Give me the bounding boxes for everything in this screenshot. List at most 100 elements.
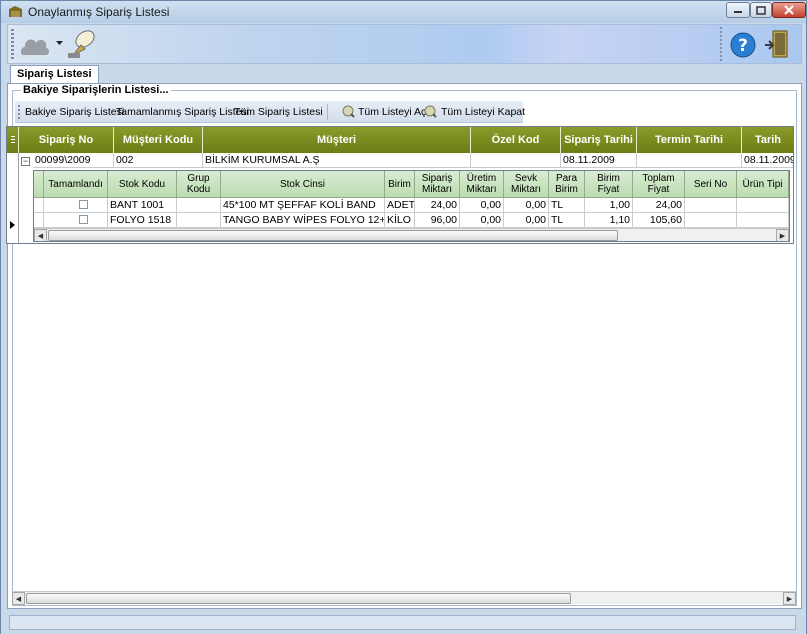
tum-list-button[interactable]: Tüm Sipariş Listesi	[234, 106, 323, 118]
collapse-all-icon	[424, 105, 437, 118]
detail-cell-birim-fiyat[interactable]: 1,00	[585, 198, 633, 213]
exit-door-icon	[765, 30, 788, 58]
dcol-para-birim[interactable]: Para Birim	[549, 171, 585, 198]
master-cell-musteri-kodu[interactable]: 002	[114, 153, 203, 168]
tamamlandi-checkbox[interactable]	[79, 200, 88, 209]
detail-cell-birim[interactable]: ADET	[385, 198, 415, 213]
exit-button[interactable]	[763, 27, 797, 61]
row-collapse-icon[interactable]: −	[21, 157, 30, 166]
detail-cell-stok-cinsi[interactable]: TANGO BABY WİPES FOLYO 12+80 M	[221, 213, 385, 228]
maximize-button[interactable]	[750, 2, 772, 18]
close-button[interactable]	[772, 2, 806, 18]
tamamlandi-checkbox[interactable]	[79, 215, 88, 224]
col-tarih[interactable]: Tarih	[742, 127, 793, 153]
detail-cell-seri-no[interactable]	[685, 213, 737, 228]
col-siparis-no[interactable]: Sipariş No	[19, 127, 114, 153]
orders-grid[interactable]: Sipariş No Müşteri Kodu Müşteri Özel Kod…	[6, 126, 794, 244]
tab-siparis-listesi[interactable]: Sipariş Listesi	[10, 65, 99, 84]
detail-cell-sevk-miktari[interactable]: 0,00	[504, 198, 549, 213]
detail-indicator-header	[34, 171, 44, 198]
order-detail-grid[interactable]: Tamamlandı Stok Kodu Grup Kodu Stok Cins…	[33, 170, 790, 242]
detail-cell-stok-cinsi[interactable]: 45*100 MT ŞEFFAF KOLİ BAND	[221, 198, 385, 213]
scroll-left-icon[interactable]: ◀	[12, 592, 25, 605]
dcol-birim[interactable]: Birim	[385, 171, 415, 198]
dcol-stok-kodu[interactable]: Stok Kodu	[108, 171, 177, 198]
grid-column-chooser[interactable]	[7, 127, 19, 153]
master-cell-siparis-no[interactable]: 00099\2009	[33, 153, 114, 168]
cloud-button[interactable]	[18, 27, 54, 61]
detail-cell-para-birim[interactable]: TL	[549, 198, 585, 213]
minimize-button[interactable]	[726, 2, 750, 18]
detail-cell-siparis-miktari[interactable]: 96,00	[415, 213, 460, 228]
list-toolbar: Bakiye Sipariş Listesi Tamamlanmış Sipar…	[15, 101, 525, 123]
collapse-all-button[interactable]: Tüm Listeyi Kapat	[441, 106, 525, 118]
master-cell-tarih[interactable]: 08.11.2009	[742, 153, 793, 168]
toolbar-grip[interactable]	[11, 29, 14, 59]
col-musteri-kodu[interactable]: Müşteri Kodu	[114, 127, 203, 153]
dcol-toplam-fiyat[interactable]: Toplam Fiyat	[633, 171, 685, 198]
dcol-sevk-miktari[interactable]: Sevk Miktarı	[504, 171, 549, 198]
detail-cell-sevk-miktari[interactable]: 0,00	[504, 213, 549, 228]
dcol-grup-kodu[interactable]: Grup Kodu	[177, 171, 221, 198]
detail-row-indicator	[34, 198, 44, 213]
col-siparis-tarihi[interactable]: Sipariş Tarihi	[561, 127, 637, 153]
detail-cell-siparis-miktari[interactable]: 24,00	[415, 198, 460, 213]
list-toolbar-grip[interactable]	[18, 105, 20, 119]
satellite-dish-icon	[68, 30, 95, 58]
detail-cell-uretim-miktari[interactable]: 0,00	[460, 198, 504, 213]
detail-cell-para-birim[interactable]: TL	[549, 213, 585, 228]
app-window: Onaylanmış Sipariş Listesi ? Sipariş Lis…	[0, 0, 807, 634]
detail-cell-tamamlandi[interactable]	[44, 213, 108, 228]
detail-cell-uretim-miktari[interactable]: 0,00	[460, 213, 504, 228]
group-caption: Bakiye Siparişlerin Listesi...	[21, 84, 171, 96]
column-chooser-icon	[11, 136, 15, 143]
detail-cell-toplam-fiyat[interactable]: 24,00	[633, 198, 685, 213]
detail-cell-grup-kodu[interactable]	[177, 198, 221, 213]
dcol-tamamlandi[interactable]: Tamamlandı	[44, 171, 108, 198]
master-cell-termin-tarihi[interactable]	[637, 153, 742, 168]
help-button[interactable]: ?	[728, 27, 758, 61]
bakiye-list-button[interactable]: Bakiye Sipariş Listesi	[25, 106, 124, 118]
dcol-uretim-miktari[interactable]: Üretim Miktarı	[460, 171, 504, 198]
row-indicator-column	[7, 153, 19, 243]
detail-cell-birim[interactable]: KİLO	[385, 213, 415, 228]
svg-text:?: ?	[738, 36, 748, 56]
app-icon	[9, 6, 22, 17]
dcol-urun-tipi[interactable]: Ürün Tipi	[737, 171, 789, 198]
master-cell-ozel-kod[interactable]	[471, 153, 561, 168]
dcol-siparis-miktari[interactable]: Sipariş Miktarı	[415, 171, 460, 198]
expand-all-button[interactable]: Tüm Listeyi Aç	[358, 106, 426, 118]
main-horizontal-scrollbar[interactable]: ◀ ▶	[12, 591, 796, 605]
main-scroll-thumb[interactable]	[26, 593, 571, 604]
detail-cell-tamamlandi[interactable]	[44, 198, 108, 213]
col-ozel-kod[interactable]: Özel Kod	[471, 127, 561, 153]
detail-cell-toplam-fiyat[interactable]: 105,60	[633, 213, 685, 228]
toolbar-separator	[720, 27, 722, 61]
detail-horizontal-scrollbar[interactable]: ◀ ▶	[34, 228, 789, 241]
master-cell-siparis-tarihi[interactable]: 08.11.2009	[561, 153, 637, 168]
master-cell-musteri[interactable]: BİLKİM KURUMSAL A.Ş	[203, 153, 471, 168]
col-musteri[interactable]: Müşteri	[203, 127, 471, 153]
detail-cell-stok-kodu[interactable]: FOLYO 1518	[108, 213, 177, 228]
status-bar	[1, 613, 806, 634]
dropdown-arrow-icon[interactable]	[56, 41, 63, 46]
tamamlanmis-list-button[interactable]: Tamamlanmış Sipariş Listesi	[116, 106, 249, 118]
tab-strip: Sipariş Listesi	[7, 65, 802, 84]
detail-scroll-thumb[interactable]	[48, 230, 618, 241]
status-panel	[9, 615, 796, 630]
detail-cell-urun-tipi[interactable]	[737, 213, 789, 228]
detail-row-indicator	[34, 213, 44, 228]
detail-cell-birim-fiyat[interactable]: 1,10	[585, 213, 633, 228]
scroll-left-icon[interactable]: ◀	[34, 229, 47, 241]
dcol-stok-cinsi[interactable]: Stok Cinsi	[221, 171, 385, 198]
detail-cell-grup-kodu[interactable]	[177, 213, 221, 228]
scroll-right-icon[interactable]: ▶	[783, 592, 796, 605]
detail-cell-urun-tipi[interactable]	[737, 198, 789, 213]
detail-cell-stok-kodu[interactable]: BANT 1001	[108, 198, 177, 213]
dcol-seri-no[interactable]: Seri No	[685, 171, 737, 198]
dcol-birim-fiyat[interactable]: Birim Fiyat	[585, 171, 633, 198]
connect-button[interactable]	[65, 27, 99, 61]
detail-cell-seri-no[interactable]	[685, 198, 737, 213]
col-termin-tarihi[interactable]: Termin Tarihi	[637, 127, 742, 153]
scroll-right-icon[interactable]: ▶	[776, 229, 789, 241]
